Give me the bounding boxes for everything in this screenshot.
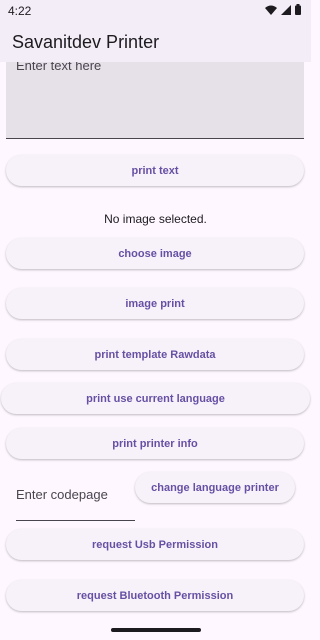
- status-icons: [265, 4, 301, 15]
- battery-icon: [295, 4, 301, 15]
- home-handle[interactable]: [111, 628, 201, 632]
- image-status-text: No image selected.: [104, 212, 207, 226]
- codepage-input-placeholder: Enter codepage: [16, 487, 108, 502]
- request-bluetooth-permission-button[interactable]: request Bluetooth Permission: [6, 580, 304, 611]
- image-print-button[interactable]: image print: [6, 288, 304, 319]
- page-title: Savanitdev Printer: [12, 32, 160, 52]
- print-printer-info-button[interactable]: print printer info: [6, 428, 304, 459]
- choose-image-button[interactable]: choose image: [6, 238, 304, 269]
- wifi-icon: [265, 5, 277, 15]
- print-text-button[interactable]: print text: [6, 155, 304, 186]
- text-input[interactable]: Enter text here: [6, 62, 304, 139]
- app-bar: Savanitdev Printer: [0, 22, 311, 62]
- print-use-current-language-button[interactable]: print use current language: [1, 383, 310, 414]
- text-input-placeholder: Enter text here: [16, 62, 102, 73]
- request-usb-permission-button[interactable]: request Usb Permission: [6, 529, 304, 560]
- status-bar: 4:22: [0, 0, 311, 22]
- codepage-input[interactable]: Enter codepage: [16, 478, 135, 521]
- navigation-bar: [0, 620, 311, 640]
- change-language-printer-button[interactable]: change language printer: [135, 472, 295, 503]
- print-template-rawdata-button[interactable]: print template Rawdata: [6, 339, 304, 370]
- status-time: 4:22: [8, 4, 32, 18]
- signal-icon: [281, 4, 291, 15]
